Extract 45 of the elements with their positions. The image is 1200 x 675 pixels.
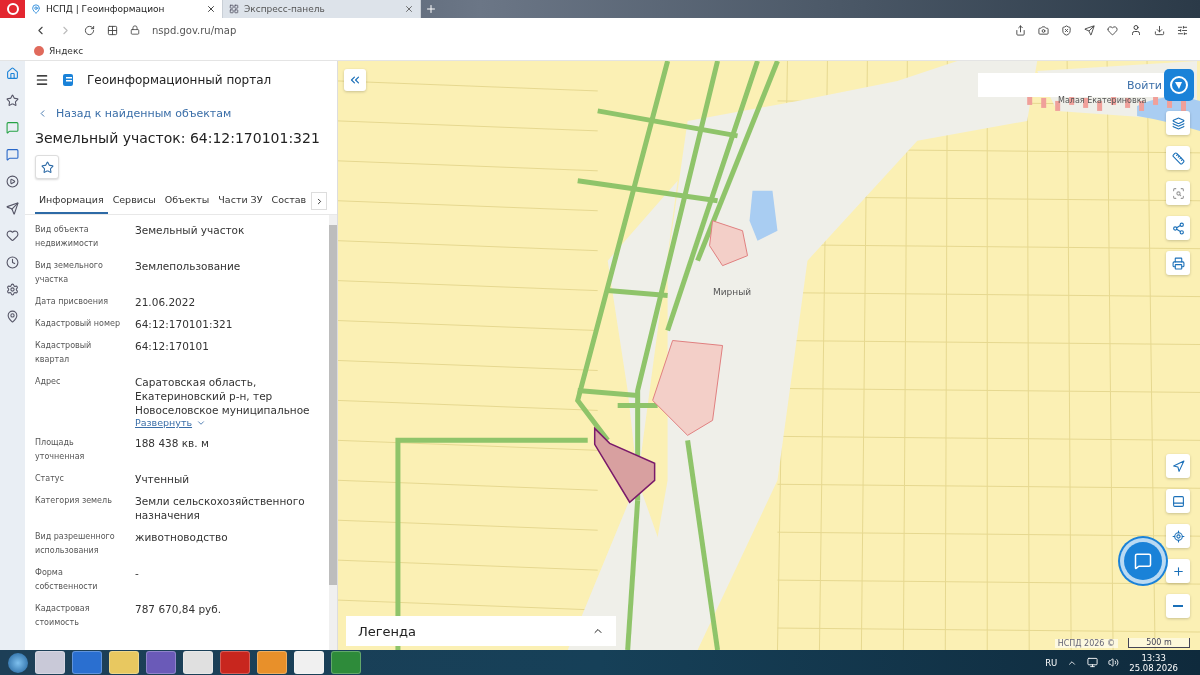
place-label: Мирный [713, 287, 752, 297]
info-tab[interactable]: Сервисы [108, 189, 160, 214]
field-value: Саратовская область, Екатериновский р-н, тер Новоселовское муниципальное [135, 375, 311, 417]
field-label: Дата присвоения [35, 296, 109, 308]
field-value: Земли сельскохозяйственного назначения [135, 494, 306, 522]
field-label: Вид земельного участка [35, 260, 104, 286]
info-tab[interactable]: Части ЗУ [214, 189, 267, 214]
field-value: 21.06.2022 [135, 295, 197, 309]
field-label: Адрес [35, 376, 62, 388]
field-label: Кадастровый квартал [35, 340, 93, 366]
clock-date: 25.08.2026 [1129, 662, 1178, 673]
field-value: - [135, 566, 140, 580]
field-value: Землепользование [135, 259, 242, 273]
field-label: Форма собственности [35, 567, 99, 593]
browser-tab[interactable]: НСПД | Геоинформацион [25, 0, 223, 18]
field-value: Земельный участок [135, 223, 246, 237]
field-label: Категория земель [35, 495, 113, 507]
clock-time: 13:33 [1141, 652, 1166, 663]
field-label: Вид объекта недвижимости [35, 224, 100, 250]
place-label: Малая Екатериновка [1058, 96, 1147, 105]
field-value: 787 670,84 руб. [135, 602, 223, 616]
field-label: Кадастровый номер [35, 318, 121, 330]
portal-title: Геоинформационный портал [87, 73, 272, 87]
field-label: Площадь уточненная [35, 437, 86, 463]
legend-dropdown[interactable]: Легенда [346, 616, 616, 646]
field-value: 188 438 кв. м [135, 436, 210, 450]
browser-tab[interactable]: Экспресс-панель [223, 0, 421, 18]
field-value: Учтенный [135, 472, 191, 486]
info-tab[interactable]: Объекты [160, 189, 214, 214]
field-value: 64:12:170101:321 [135, 317, 234, 331]
language-indicator[interactable]: RU [1045, 657, 1058, 668]
field-value: 64:12:170101 [135, 339, 210, 353]
field-label: Статус [35, 473, 65, 485]
object-heading: Земельный участок: 64:12:170101:321 [35, 130, 321, 146]
attribution-text: НСПД 2026 © [1054, 639, 1118, 648]
info-tab[interactable]: Состав [267, 189, 311, 214]
bookmark-link[interactable]: Яндекс [49, 46, 84, 56]
info-tab[interactable]: Информация [35, 189, 108, 214]
scale-bar: 500 m [1128, 638, 1190, 648]
field-label: Кадастровая стоимость [35, 603, 91, 629]
back-link[interactable]: Назад к найденным объектам [37, 107, 337, 120]
expand-link[interactable]: Развернуть [135, 417, 329, 428]
field-label: Вид разрешенного использования [35, 531, 116, 557]
field-value: животноводство [135, 530, 229, 544]
address-field[interactable]: nspd.gov.ru/map [152, 24, 237, 36]
